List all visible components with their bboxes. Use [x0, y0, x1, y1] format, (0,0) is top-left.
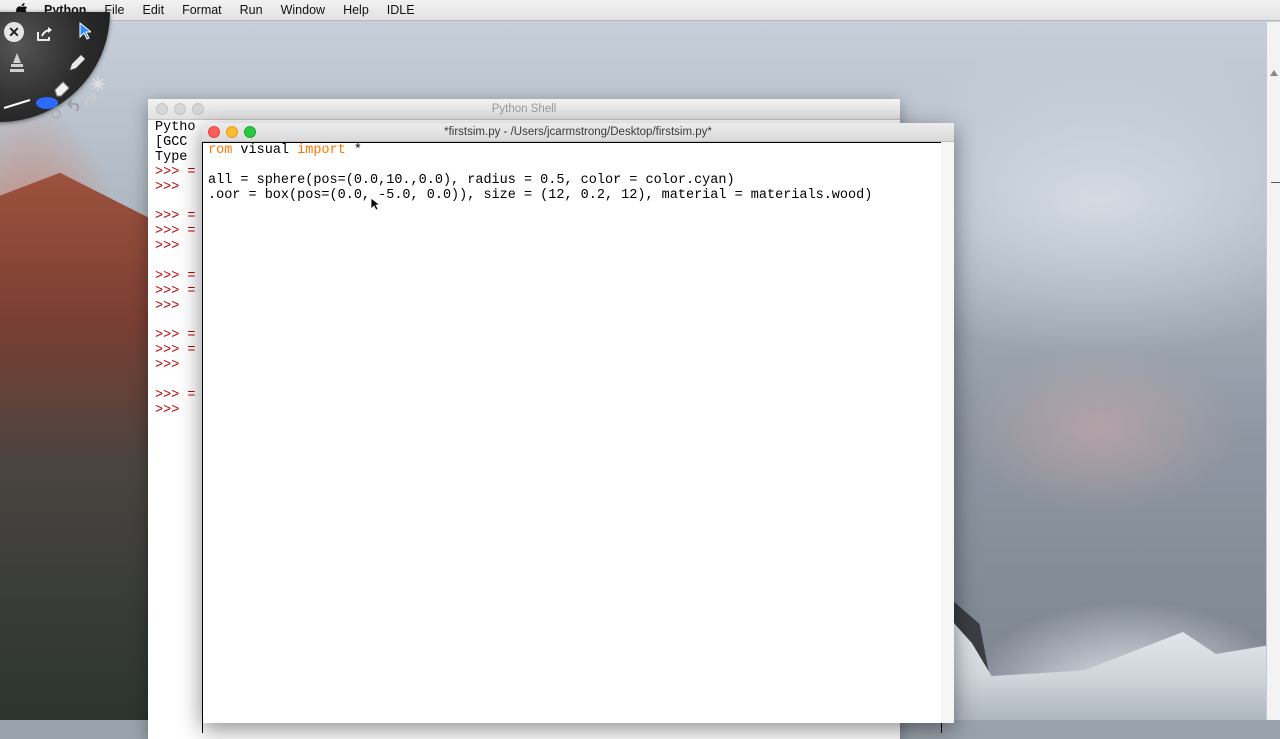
shell-window-title: Python Shell	[491, 103, 557, 115]
shell-prompt: >>>	[155, 343, 188, 359]
menu-edit[interactable]: Edit	[134, 0, 174, 20]
clear-screen-icon[interactable]	[6, 48, 28, 78]
redo-icon[interactable]	[82, 92, 98, 106]
shell-prompt: >>>	[155, 224, 188, 240]
shell-line-text: =	[187, 224, 196, 240]
shell-prompt: >>>	[155, 328, 188, 344]
code-keyword: import	[297, 143, 346, 158]
editor-scrollbar[interactable]	[941, 142, 954, 723]
shell-prompt: >>>	[155, 298, 188, 314]
shell-titlebar[interactable]: Python Shell	[148, 99, 900, 120]
menu-help[interactable]: Help	[334, 0, 378, 20]
shell-prompt: >>>	[155, 179, 188, 195]
code-keyword: rom	[208, 143, 233, 158]
mouse-cursor-icon	[370, 197, 382, 216]
shell-prompt: >>>	[155, 209, 188, 225]
shell-prompt: >>>	[155, 388, 188, 404]
code-line: rom visual import *	[208, 143, 941, 158]
share-icon[interactable]	[34, 24, 56, 44]
code-token: *	[345, 143, 362, 158]
shell-prompt: >>>	[155, 358, 188, 374]
menu-bar: Python File Edit Format Run Window Help …	[0, 0, 1280, 21]
shell-line-text: =	[187, 164, 196, 180]
editor-titlebar[interactable]: *firstsim.py - /Users/jcarmstrong/Deskto…	[202, 123, 954, 142]
code-token: all = sphere(pos=(0.0,10.,0.0), radius =…	[208, 173, 735, 188]
shell-prompt: >>>	[155, 239, 188, 255]
shell-line-text: =	[187, 268, 196, 284]
shell-line-text: =	[187, 283, 196, 299]
menu-run[interactable]: Run	[231, 0, 272, 20]
pen-icon[interactable]	[66, 52, 88, 74]
divider	[1271, 182, 1280, 183]
shell-line-text: =	[187, 343, 196, 359]
code-line: all = sphere(pos=(0.0,10.,0.0), radius =…	[208, 173, 941, 188]
shell-line-text: [GCC	[155, 134, 196, 150]
wallpaper-mountain-left	[0, 172, 150, 720]
code-token: visual	[232, 143, 298, 158]
code-editor[interactable]: rom visual import * all = sphere(pos=(0.0…	[202, 142, 942, 733]
shell-line-text: =	[187, 328, 196, 344]
editor-window[interactable]: *firstsim.py - /Users/jcarmstrong/Deskto…	[202, 123, 954, 733]
shell-line-text: Pytho	[155, 121, 196, 135]
editor-window-title: *firstsim.py - /Users/jcarmstrong/Deskto…	[444, 126, 712, 138]
shell-prompt: >>>	[155, 268, 188, 284]
close-icon[interactable]: ✕	[4, 22, 24, 42]
background-window-edge	[1266, 22, 1280, 720]
menu-format[interactable]: Format	[173, 0, 231, 20]
menu-idle[interactable]: IDLE	[378, 0, 424, 20]
pen-width-icon[interactable]	[2, 98, 32, 110]
shell-line-text: =	[187, 388, 196, 404]
scroll-up-icon	[1270, 70, 1278, 76]
shell-prompt: >>>	[155, 164, 188, 180]
code-line: .oor = box(pos=(0.0, -5.0, 0.0)), size =…	[208, 188, 941, 203]
code-token: .oor = box(pos=(0.0, -5.0, 0.0)), size =…	[208, 188, 873, 203]
menu-window[interactable]: Window	[272, 0, 334, 20]
shell-line-text: Type	[155, 149, 196, 165]
ink-tool-palette: ✕	[0, 12, 110, 122]
shell-prompt: >>>	[155, 402, 188, 418]
settings-icon[interactable]	[90, 76, 106, 92]
undo-icon[interactable]	[66, 98, 82, 112]
shell-line-text: =	[187, 209, 196, 225]
shell-prompt: >>>	[155, 283, 188, 299]
pointer-icon[interactable]	[78, 20, 92, 42]
minimize-palette-icon[interactable]	[50, 108, 62, 120]
